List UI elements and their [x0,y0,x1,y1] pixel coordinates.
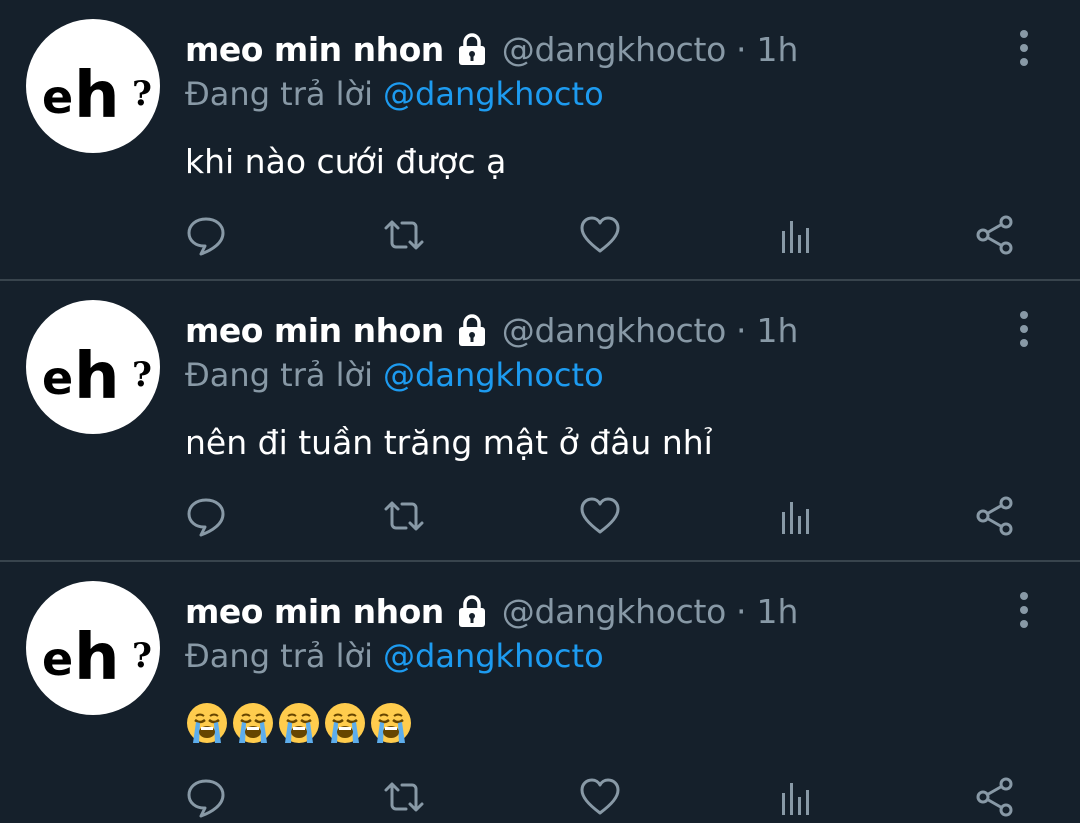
lock-icon [454,593,490,629]
separator-dot: · [736,591,747,631]
timestamp[interactable]: 1h [757,311,799,350]
loudly-crying-face-emoji [371,703,411,743]
tweet-header: meo min nhon @dangkhocto · 1h [185,26,798,72]
action-bar [0,491,1080,541]
svg-text:h: h [74,59,120,133]
replying-label: Đang trả lời [185,637,374,675]
tweet-header: meo min nhon @dangkhocto · 1h [185,307,798,353]
share-icon [976,777,1013,817]
timestamp[interactable]: 1h [757,592,799,631]
replying-mention-link[interactable]: @dangkhocto [383,637,604,675]
retweet-icon [384,782,424,812]
heart-icon [580,778,620,815]
timestamp[interactable]: 1h [757,30,799,69]
avatar[interactable]: e h ? [26,19,160,153]
loudly-crying-face-emoji [325,703,365,743]
more-vertical-icon[interactable] [1008,590,1040,630]
heart-icon [580,216,620,253]
svg-text:e: e [42,632,73,686]
analytics-icon [782,502,809,534]
analytics-button[interactable] [771,772,821,822]
reply-icon [187,779,225,818]
author-name[interactable]: meo min nhon [185,311,444,350]
reply-button[interactable] [181,210,231,260]
tweet[interactable]: e h ? meo min nhon @dangkhocto · 1h Đang… [0,562,1080,823]
separator-dot: · [736,310,747,350]
loudly-crying-face-emoji [233,703,273,743]
share-icon [976,496,1013,536]
retweet-button[interactable] [379,210,429,260]
tweet-text [185,698,413,748]
analytics-button[interactable] [771,210,821,260]
author-name[interactable]: meo min nhon [185,592,444,631]
timeline: e h ? meo min nhon @dangkhocto · 1h Đang… [0,0,1080,823]
replying-mention-link[interactable]: @dangkhocto [383,356,604,394]
avatar[interactable]: e h ? [26,581,160,715]
retweet-icon [384,220,424,250]
like-button[interactable] [575,772,625,822]
like-button[interactable] [575,491,625,541]
heart-icon [580,497,620,534]
svg-text:h: h [74,621,120,695]
reply-button[interactable] [181,772,231,822]
analytics-icon [782,221,809,253]
loudly-crying-face-emoji [187,703,227,743]
retweet-button[interactable] [379,772,429,822]
author-name[interactable]: meo min nhon [185,30,444,69]
emoji-row [185,701,413,745]
action-bar [0,210,1080,260]
svg-text:h: h [74,340,120,414]
reply-icon [187,217,225,256]
retweet-button[interactable] [379,491,429,541]
tweet[interactable]: e h ? meo min nhon @dangkhocto · 1h Đang… [0,281,1080,562]
retweet-icon [384,501,424,531]
analytics-button[interactable] [771,491,821,541]
replying-label: Đang trả lời [185,356,374,394]
svg-text:?: ? [132,636,152,676]
replying-mention-link[interactable]: @dangkhocto [383,75,604,113]
more-vertical-icon[interactable] [1008,309,1040,349]
action-bar [0,772,1080,822]
analytics-icon [782,783,809,815]
tweet-text: nên đi tuần trăng mật ở đâu nhỉ [185,422,713,462]
svg-text:e: e [42,70,73,124]
share-icon [976,215,1013,255]
replying-to: Đang trả lời @dangkhocto [185,353,604,397]
author-handle[interactable]: @dangkhocto [502,30,727,69]
share-button[interactable] [970,210,1020,260]
lock-icon [454,31,490,67]
author-handle[interactable]: @dangkhocto [502,592,727,631]
avatar[interactable]: e h ? [26,300,160,434]
separator-dot: · [736,29,747,69]
tweet[interactable]: e h ? meo min nhon @dangkhocto · 1h Đang… [0,0,1080,281]
lock-icon [454,312,490,348]
share-button[interactable] [970,491,1020,541]
replying-label: Đang trả lời [185,75,374,113]
svg-text:?: ? [132,355,152,395]
reply-button[interactable] [181,491,231,541]
replying-to: Đang trả lời @dangkhocto [185,72,604,116]
share-button[interactable] [970,772,1020,822]
tweet-text: khi nào cưới được ạ [185,141,507,181]
author-handle[interactable]: @dangkhocto [502,311,727,350]
more-vertical-icon[interactable] [1008,28,1040,68]
tweet-header: meo min nhon @dangkhocto · 1h [185,588,798,634]
reply-icon [187,498,225,537]
like-button[interactable] [575,210,625,260]
svg-text:e: e [42,351,73,405]
loudly-crying-face-emoji [279,703,319,743]
replying-to: Đang trả lời @dangkhocto [185,634,604,678]
svg-text:?: ? [132,74,152,114]
